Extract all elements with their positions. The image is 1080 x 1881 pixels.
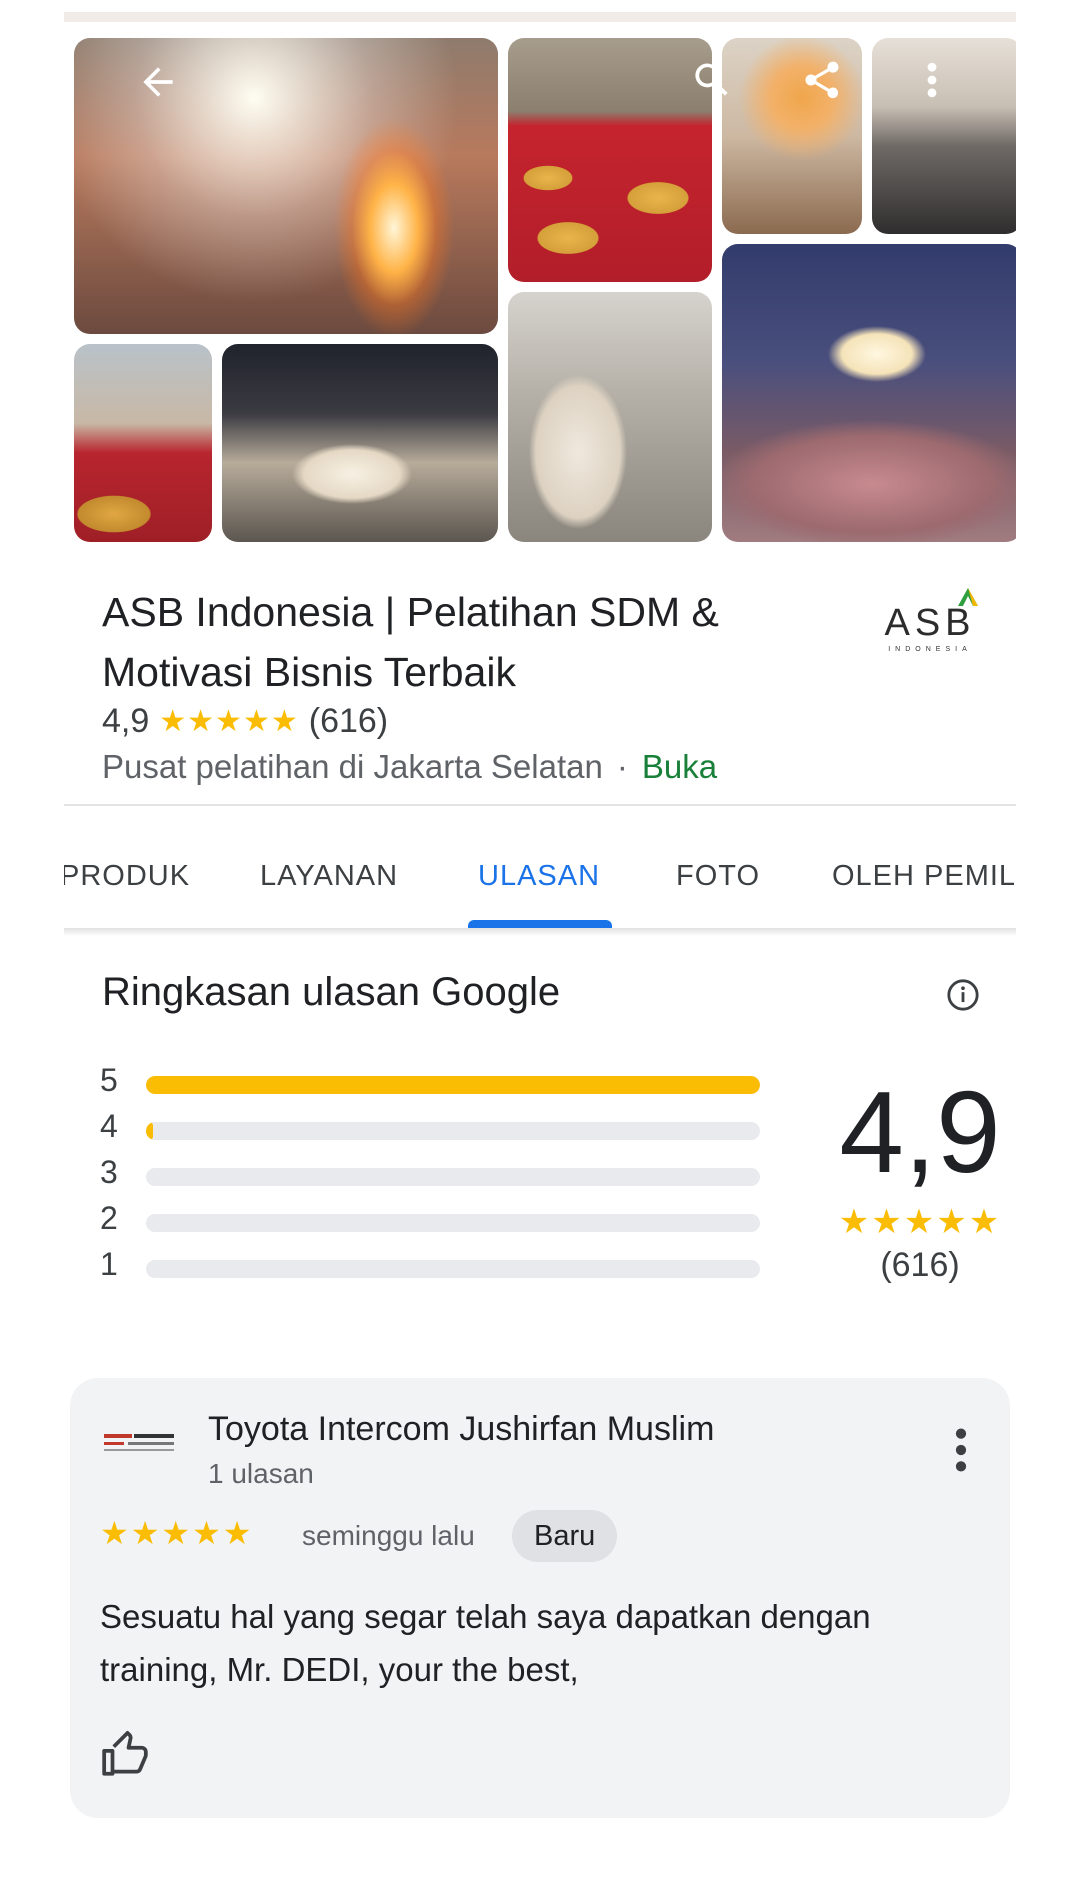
category-line: Pusat pelatihan di Jakarta Selatan · Buk…: [102, 748, 717, 786]
bar-label: 3: [100, 1154, 118, 1190]
new-badge: Baru: [512, 1510, 618, 1562]
bar-track: [146, 1214, 760, 1232]
rating-value: 4,9: [102, 702, 150, 740]
search-icon[interactable]: [690, 58, 734, 102]
summary-stars: ★★★★★: [838, 1202, 1002, 1242]
business-logo: ASB INDONESIA: [872, 584, 988, 664]
bar-label: 2: [100, 1200, 118, 1236]
photo-seminar-stage[interactable]: [74, 344, 212, 542]
rating-bar-1: 1: [100, 1246, 760, 1292]
tab-oleh-pemilik[interactable]: OLEH PEMIL: [832, 860, 1016, 893]
rating-bar-3: 3: [100, 1154, 760, 1200]
bar-label: 4: [100, 1108, 118, 1144]
rating-stars: ★★★★★: [159, 704, 299, 739]
review-time: seminggu lalu: [302, 1520, 475, 1551]
tabs-shadow: [64, 928, 1016, 936]
review-count: (616): [308, 702, 389, 740]
separator: ·: [616, 748, 628, 785]
review-text: Sesuatu hal yang segar telah saya dapatk…: [100, 1598, 871, 1688]
tab-ulasan[interactable]: ULASAN: [478, 860, 600, 893]
tab-foto[interactable]: FOTO: [676, 860, 760, 893]
photo-event-screen[interactable]: [722, 244, 1016, 542]
review-stars: ★★★★★: [100, 1514, 254, 1552]
bar-fill: [146, 1122, 154, 1140]
rating-line[interactable]: 4,9 ★★★★★ (616): [102, 702, 388, 741]
photo-building-exterior[interactable]: [222, 344, 498, 542]
rating-bar-5: 5: [100, 1062, 760, 1108]
photo-audience[interactable]: [508, 292, 712, 542]
business-name: ASB Indonesia | Pelatihan SDM & Motivasi…: [102, 589, 719, 695]
thumbs-up-icon[interactable]: [100, 1730, 150, 1780]
summary-title: Ringkasan ulasan Google: [102, 970, 561, 1014]
bar-track: [146, 1122, 760, 1140]
logo-text: ASB: [884, 602, 976, 644]
active-tab-indicator: [468, 920, 612, 928]
review-more-icon[interactable]: [950, 1422, 972, 1478]
rating-bar-2: 2: [100, 1200, 760, 1246]
top-edge: [64, 12, 1016, 22]
tab-layanan[interactable]: LAYANAN: [260, 860, 398, 893]
rating-bar-4: 4: [100, 1108, 760, 1154]
tab-bar: PRODUK LAYANAN ULASAN FOTO OLEH PEMIL: [64, 808, 1016, 930]
reviewer-review-count: 1 ulasan: [208, 1458, 314, 1489]
bar-fill: [146, 1076, 760, 1094]
rating-distribution: 5 4 3 2 1: [100, 1062, 760, 1292]
back-arrow-icon[interactable]: [130, 54, 186, 110]
review-card: Toyota Intercom Jushirfan Muslim 1 ulasa…: [70, 1378, 1010, 1818]
tab-produk[interactable]: PRODUK: [64, 860, 190, 893]
more-vert-icon[interactable]: [920, 58, 944, 102]
summary-count: (616): [880, 1246, 960, 1284]
bar-track: [146, 1260, 760, 1278]
reviewer-name[interactable]: Toyota Intercom Jushirfan Muslim: [208, 1410, 714, 1449]
place-page: ASB Indonesia | Pelatihan SDM & Motivasi…: [64, 12, 1016, 1881]
open-status: Buka: [641, 748, 718, 785]
photo-classroom[interactable]: [872, 38, 1016, 234]
bar-track: [146, 1168, 760, 1186]
summary-score: 4,9: [839, 1067, 1001, 1197]
category: Pusat pelatihan di Jakarta Selatan: [102, 748, 603, 785]
divider: [64, 804, 1016, 806]
bar-label: 5: [100, 1062, 118, 1098]
logo-subtext: INDONESIA: [888, 646, 972, 653]
info-icon[interactable]: [946, 978, 980, 1012]
photo-hall-red-carpet[interactable]: [508, 38, 712, 282]
bar-track: [146, 1076, 760, 1094]
reviewer-avatar[interactable]: [104, 1428, 176, 1464]
bar-label: 1: [100, 1246, 118, 1282]
photo-gallery[interactable]: [64, 26, 1016, 546]
share-icon[interactable]: [800, 58, 844, 102]
